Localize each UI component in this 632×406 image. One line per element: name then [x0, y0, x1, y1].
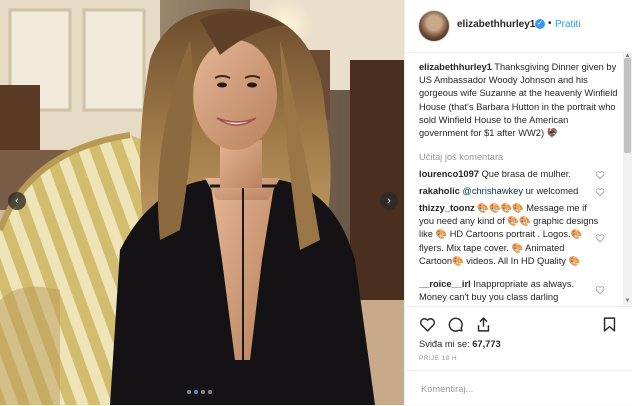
separator-dot: •: [548, 18, 552, 29]
comment-icon[interactable]: [447, 316, 464, 333]
post-sidebar: elizabethhurley1 ✓ • Pratiti elizabethhu…: [404, 0, 632, 405]
likes-count[interactable]: Sviđa mi se: 67,773: [419, 339, 501, 349]
avatar[interactable]: [419, 11, 449, 41]
post-timestamp[interactable]: PRIJE 18 H: [419, 355, 457, 362]
post-caption: elizabethhurley1 Thanksgiving Dinner giv…: [419, 61, 619, 140]
chevron-right-icon[interactable]: ›: [380, 192, 398, 210]
post-header: elizabethhurley1 ✓ • Pratiti: [405, 0, 632, 53]
heart-icon[interactable]: [595, 285, 605, 295]
load-more-comments-button[interactable]: Učitaj još komentara: [419, 152, 503, 162]
photo-illustration: [0, 0, 404, 405]
carousel-indicator: [187, 390, 212, 396]
likes-label: Sviđa mi se:: [419, 339, 470, 349]
comments-list[interactable]: elizabethhurley1 Thanksgiving Dinner giv…: [405, 52, 623, 306]
heart-icon[interactable]: [595, 233, 605, 243]
comment-composer: [405, 370, 632, 406]
carousel-dot: [187, 390, 191, 394]
verified-badge-icon: ✓: [535, 19, 545, 29]
comment-username[interactable]: lourenco1097: [419, 169, 479, 179]
likes-number: 67,773: [472, 339, 501, 349]
comment-text: ur welcomed: [523, 186, 579, 196]
comment-username[interactable]: rakaholic: [419, 186, 460, 196]
comment-input[interactable]: [419, 380, 623, 398]
comment-username[interactable]: __roice__irl: [419, 279, 471, 289]
list-item: rakaholic @chrishawkey ur welcomed: [419, 185, 599, 198]
list-item: lourenco1097 Que brasa de mulher.: [419, 168, 599, 181]
caption-text: Thanksgiving Dinner given by US Ambassad…: [419, 62, 618, 139]
post-actions: [405, 306, 632, 341]
heart-icon[interactable]: [595, 187, 605, 197]
scrollbar-thumb[interactable]: [624, 58, 631, 153]
scroll-down-icon[interactable]: ▼: [623, 297, 632, 306]
instagram-post: ‹ › elizabethhurley1 ✓ • Pratiti elizabe…: [0, 0, 632, 405]
carousel-dot: [194, 390, 198, 394]
share-icon[interactable]: [475, 316, 492, 333]
post-photo[interactable]: ‹ ›: [0, 0, 404, 405]
carousel-dot: [208, 390, 212, 394]
heart-icon[interactable]: [419, 316, 436, 333]
username-link[interactable]: elizabethhurley1: [457, 19, 535, 30]
chevron-left-icon[interactable]: ‹: [8, 192, 26, 210]
list-item: __roice__irl Inappropriate as always. Mo…: [419, 278, 599, 304]
comment-username[interactable]: thizzy_toonz: [419, 203, 475, 213]
comment-text: Que brasa de mulher.: [481, 169, 571, 179]
follow-button[interactable]: Pratiti: [555, 19, 581, 30]
caption-username[interactable]: elizabethhurley1: [419, 62, 492, 72]
list-item: thizzy_toonz 🎨🎨🎨🎨 Message me if you need…: [419, 202, 599, 268]
carousel-dot: [201, 390, 205, 394]
heart-icon[interactable]: [595, 170, 605, 180]
bookmark-icon[interactable]: [601, 316, 618, 333]
comment-mention[interactable]: @chrishawkey: [462, 186, 523, 196]
